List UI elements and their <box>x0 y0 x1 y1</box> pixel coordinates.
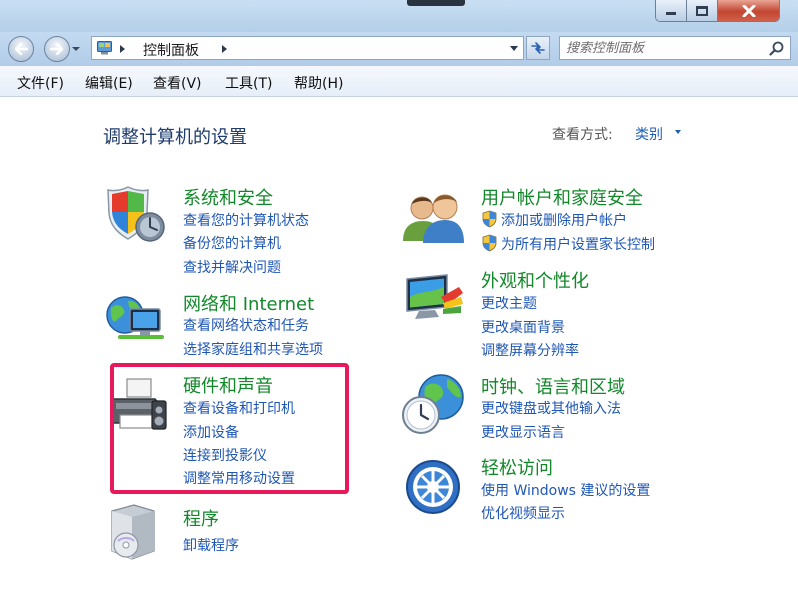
menu-help[interactable]: 帮助(H) <box>294 73 343 93</box>
network-globe-icon[interactable] <box>104 293 168 349</box>
window-title-bar[interactable] <box>0 0 798 32</box>
link-troubleshoot[interactable]: 查找并解决问题 <box>183 257 281 277</box>
link-optimize-visual-display[interactable]: 优化视频显示 <box>481 503 565 523</box>
breadcrumb-separator[interactable] <box>222 45 227 53</box>
refresh-icon <box>531 42 545 54</box>
menu-view[interactable]: 查看(V) <box>153 73 202 93</box>
link-change-background[interactable]: 更改桌面背景 <box>481 317 565 337</box>
view-by-dropdown[interactable]: 类别 <box>635 124 663 144</box>
category-title-programs[interactable]: 程序 <box>183 505 219 531</box>
watermark-fade <box>608 534 798 591</box>
link-change-theme[interactable]: 更改主题 <box>481 293 537 313</box>
search-icon[interactable] <box>769 41 784 56</box>
highlight-box <box>110 363 349 494</box>
back-button[interactable] <box>8 36 34 62</box>
breadcrumb-separator[interactable] <box>120 45 125 53</box>
close-icon <box>742 4 755 17</box>
minimize-button[interactable] <box>656 0 687 21</box>
link-windows-suggested-settings[interactable]: 使用 Windows 建议的设置 <box>481 480 650 500</box>
category-title-user-accounts[interactable]: 用户帐户和家庭安全 <box>481 184 643 210</box>
menu-file[interactable]: 文件(F) <box>17 73 64 93</box>
category-title-ease-of-access[interactable]: 轻松访问 <box>481 454 553 480</box>
window-frame-edge <box>407 0 465 6</box>
category-title-appearance[interactable]: 外观和个性化 <box>481 267 589 293</box>
link-screen-resolution[interactable]: 调整屏幕分辨率 <box>481 340 579 360</box>
breadcrumb-control-panel[interactable]: 控制面板 <box>143 40 199 60</box>
link-homegroup-sharing[interactable]: 选择家庭组和共享选项 <box>183 339 323 359</box>
window-controls <box>655 0 780 22</box>
chevron-down-icon[interactable] <box>675 130 681 134</box>
search-box <box>559 36 791 60</box>
address-bar[interactable]: 控制面板 <box>91 36 524 60</box>
shield-icon[interactable] <box>104 183 166 245</box>
navigation-bar: 控制面板 <box>0 32 798 66</box>
category-title-network-internet[interactable]: 网络和 Internet <box>183 290 314 316</box>
link-network-status[interactable]: 查看网络状态和任务 <box>183 315 309 335</box>
link-add-remove-accounts[interactable]: 添加或删除用户帐户 <box>501 210 627 230</box>
uac-shield-icon <box>482 234 497 252</box>
maximize-icon <box>696 5 708 16</box>
forward-button[interactable] <box>44 36 70 62</box>
category-title-system-security[interactable]: 系统和安全 <box>183 184 273 210</box>
link-view-computer-status[interactable]: 查看您的计算机状态 <box>183 210 309 230</box>
globe-clock-icon[interactable] <box>401 373 467 435</box>
control-panel-content: 调整计算机的设置 查看方式: 类别 系统和安全 查看您的计算机状态 备份您的计算… <box>0 97 798 591</box>
menu-tools[interactable]: 工具(T) <box>225 73 272 93</box>
close-button[interactable] <box>718 0 779 21</box>
page-title: 调整计算机的设置 <box>103 127 247 148</box>
menu-edit[interactable]: 编辑(E) <box>85 73 133 93</box>
minimize-icon <box>666 12 676 15</box>
link-change-input-method[interactable]: 更改键盘或其他输入法 <box>481 398 621 418</box>
users-icon[interactable] <box>401 187 465 245</box>
arrow-right-icon <box>50 43 64 55</box>
search-input[interactable] <box>566 38 756 58</box>
link-backup-computer[interactable]: 备份您的计算机 <box>183 233 281 253</box>
arrow-left-icon <box>14 43 28 55</box>
link-parental-controls[interactable]: 为所有用户设置家长控制 <box>501 234 655 254</box>
control-panel-icon <box>97 41 112 55</box>
category-title-clock-language-region[interactable]: 时钟、语言和区域 <box>481 373 625 399</box>
monitor-palette-icon[interactable] <box>401 273 465 329</box>
link-uninstall-program[interactable]: 卸载程序 <box>183 535 239 555</box>
view-by-label: 查看方式: <box>552 127 613 143</box>
maximize-button[interactable] <box>687 0 718 21</box>
address-history-dropdown[interactable] <box>510 46 518 51</box>
program-box-icon[interactable] <box>104 501 162 561</box>
link-change-display-language[interactable]: 更改显示语言 <box>481 422 565 442</box>
uac-shield-icon <box>482 210 497 228</box>
refresh-button[interactable] <box>526 36 550 60</box>
recent-pages-dropdown[interactable] <box>72 47 80 51</box>
ease-of-access-icon[interactable] <box>402 458 464 516</box>
menu-bar: 文件(F) 编辑(E) 查看(V) 工具(T) 帮助(H) <box>0 66 798 97</box>
